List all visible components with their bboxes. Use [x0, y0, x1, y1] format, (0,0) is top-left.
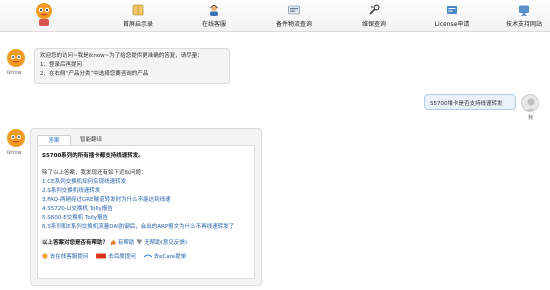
nav-item-tech-support[interactable]: 技术支持网站 [495, 3, 550, 31]
book-icon [132, 4, 144, 16]
welcome-line-3: 2、在右侧“产品分类”中选择您要咨询的产品 [40, 71, 149, 77]
nav-item-label: 在线客服 [201, 21, 226, 28]
related-intro: 除了以上答案，我发现还有如下近似问题： [42, 170, 147, 176]
user-message-text: S5700堆卡是否支持线速转发 [430, 101, 503, 107]
welcome-bubble: 欢迎您的访问~我是iknow~为了给您提供更准确的答复，请尽量： 1、登录后再提… [34, 48, 230, 84]
related-question-link[interactable]: 6.S系列和E系列交换机流量DAI防御后，会出的ARP报文为什么不再线速转发了 [42, 222, 234, 230]
nav-item-warranty[interactable]: 维保查询 [342, 3, 406, 31]
bot-avatar-icon [7, 49, 25, 67]
bot-avatar-icon [7, 129, 25, 147]
user-name: 我 [528, 115, 534, 121]
bot-name: iknow [7, 70, 22, 76]
ecare-logo-icon [143, 254, 153, 258]
feedback-question: 以上答案对您是否有帮助？ [42, 240, 109, 246]
nav-item-spare-parts[interactable]: 备件物流查询 [262, 3, 326, 31]
top-toolbar: 首屏启示录 在线客服 备件物流查询 维保查询 License申请 技术支持网站 [0, 0, 550, 32]
nav-item-label: 首屏启示录 [122, 21, 153, 28]
thumbs-down-icon [137, 239, 142, 245]
baidu-label: 去百度提问 [108, 254, 136, 260]
iknow-logo-icon [36, 3, 52, 26]
welcome-line-2: 1、登录后再提问 [40, 62, 82, 68]
nav-item-home-guide[interactable]: 首屏启示录 [106, 3, 170, 31]
action-row: 去在线客服提问 去百度提问 去eCare提单 [42, 252, 186, 261]
online-service-label: 去在线客服提问 [49, 254, 89, 260]
related-question-link[interactable]: 5.S600-E交换机 Tolly报告 [42, 213, 108, 221]
baidu-action[interactable]: 去百度提问 [96, 253, 137, 260]
answer-panel: S5700系列的所有插卡都支持线速转发。 除了以上答案，我发现还有如下近似问题：… [37, 145, 255, 279]
user-message-bubble: S5700堆卡是否支持线速转发 [424, 94, 516, 110]
bot-name: iknow [7, 150, 22, 156]
wrench-icon [369, 4, 380, 15]
related-question-link[interactable]: 4.S5720-LI交换机 Tolly报告 [42, 204, 113, 212]
ecare-label: 去eCare提单 [153, 254, 187, 260]
baidu-logo-icon [96, 253, 107, 259]
chat-icon [42, 253, 48, 259]
nav-item-license[interactable]: License申请 [420, 3, 484, 31]
related-question-link[interactable]: 2.S系列交换机线速转发 [42, 186, 100, 194]
welcome-line-1: 欢迎您的访问~我是iknow~为了给您提供更准确的答复，请尽量： [40, 53, 203, 59]
nav-item-online-service[interactable]: 在线客服 [182, 3, 246, 31]
truck-icon [288, 5, 300, 15]
agent-icon [210, 5, 218, 16]
related-question-link[interactable]: 1.CE系列交换机如何实现线速转发 [42, 177, 126, 185]
user-avatar-icon [521, 94, 539, 112]
nav-item-label: 维保查询 [361, 21, 386, 28]
online-service-action[interactable]: 去在线客服提问 [42, 253, 90, 260]
ecare-action[interactable]: 去eCare提单 [143, 253, 187, 260]
feedback-row: 以上答案对您是否有帮助？ 有帮助 无帮助(意见反馈) [42, 238, 187, 247]
related-question-link[interactable]: 3.FAQ-两趟经过GRE隧道转发时为什么不能达到线速 [42, 195, 171, 203]
nav-item-label: License申请 [434, 21, 470, 28]
nav-item-label: 备件物流查询 [275, 21, 312, 28]
license-icon [447, 6, 457, 14]
globe-icon [519, 5, 529, 16]
answer-text: S5700系列的所有插卡都支持线速转发。 [42, 153, 144, 159]
feedback-yes-button[interactable]: 有帮助 [118, 240, 135, 246]
feedback-no-button[interactable]: 无帮助(意见反馈) [144, 240, 187, 246]
nav-item-label: 技术支持网站 [505, 21, 542, 28]
answer-bubble: 答案 智能翻译 S5700系列的所有插卡都支持线速转发。 除了以上答案，我发现还… [30, 128, 262, 286]
thumbs-up-icon [110, 239, 116, 245]
